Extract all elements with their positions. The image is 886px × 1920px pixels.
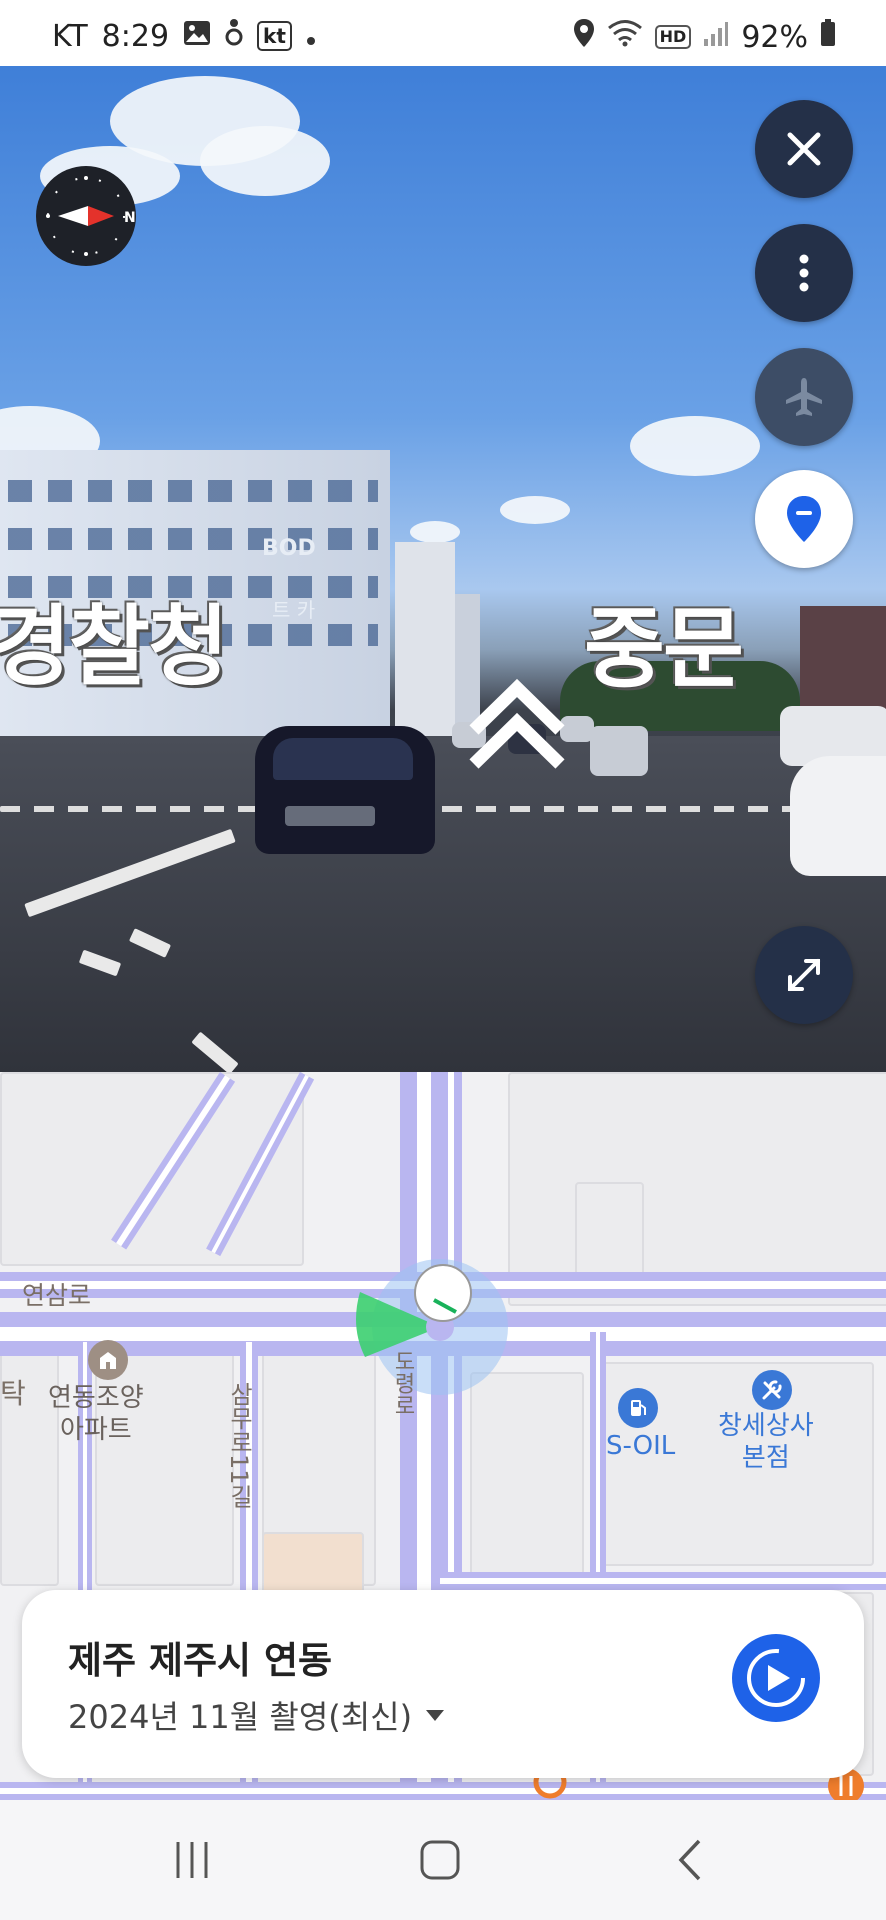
carrier-label: KT (52, 18, 88, 54)
road (0, 736, 886, 1072)
back-button[interactable] (650, 1830, 730, 1890)
cloud (630, 416, 760, 476)
car (790, 756, 886, 876)
svg-text:N: N (124, 210, 136, 226)
aerial-view-button[interactable] (755, 348, 853, 446)
compass-icon[interactable]: N (36, 166, 136, 266)
more-options-button[interactable] (755, 224, 853, 322)
back-icon (678, 1839, 701, 1881)
play-icon (747, 1649, 805, 1707)
location-info-card[interactable]: 제주 제주시 연동 2024년 11월 촬영(최신) (22, 1590, 864, 1778)
status-right: HD 92% (573, 18, 836, 56)
capture-date-label: 2024년 11월 촬영(최신) (68, 1698, 413, 1736)
play-button[interactable] (732, 1634, 820, 1722)
recent-apps-icon (176, 1842, 208, 1878)
clock: 8:29 (101, 18, 170, 54)
building (395, 542, 455, 737)
home-icon (420, 1840, 460, 1880)
map-block (508, 1072, 886, 1306)
battery-icon (820, 19, 836, 55)
notification-dot-icon (306, 19, 316, 54)
location-status-icon (573, 18, 595, 56)
repair-shop-icon (752, 1370, 792, 1410)
road-label: 삼무로11길 (225, 1382, 253, 1509)
car (590, 726, 648, 776)
more-vertical-icon (799, 254, 809, 292)
apartment-icon (88, 1340, 128, 1380)
gas-station-icon (618, 1388, 658, 1428)
edge-label: 탁 (0, 1377, 26, 1410)
battery-percent: 92% (741, 19, 808, 55)
expand-button[interactable] (755, 926, 853, 1024)
cloud (500, 496, 570, 524)
map-road (0, 1782, 886, 1800)
map-block (470, 1372, 584, 1576)
close-icon (787, 132, 821, 166)
location-pin-icon (787, 496, 821, 542)
road-label: 연삼로 (22, 1281, 92, 1310)
wifi-icon (607, 19, 643, 55)
close-button[interactable] (755, 100, 853, 198)
capture-date-selector[interactable]: 2024년 11월 촬영(최신) (68, 1692, 446, 1738)
map-pin-icon (414, 1264, 472, 1322)
caret-down-icon (426, 1710, 445, 1721)
my-location-button[interactable] (755, 470, 853, 568)
move-forward-chevron-icon[interactable] (468, 674, 566, 772)
road-label: 도령로 (390, 1350, 415, 1416)
status-bar: KT 8:29 kt HD 92% (0, 0, 886, 66)
poi-gas-label[interactable]: S-OIL (606, 1430, 675, 1462)
gallery-icon (183, 19, 211, 54)
building-sign: BOD (262, 536, 316, 561)
map-block (575, 1182, 644, 1276)
recent-apps-button[interactable] (152, 1830, 232, 1890)
building-sign: 트 카 (272, 598, 316, 622)
system-nav-bar (0, 1800, 886, 1920)
cloud (410, 521, 460, 543)
hd-badge: HD (654, 25, 692, 49)
poi-shop-label[interactable]: 창세상사 본점 (718, 1410, 814, 1474)
kt-badge: kt (257, 21, 292, 51)
activity-icon (225, 18, 243, 54)
direction-label-left: 경찰청 (0, 595, 229, 698)
poi-apartment-label[interactable]: 연동조양 아파트 (48, 1382, 144, 1446)
signal-icon (703, 20, 729, 55)
expand-icon (788, 959, 820, 991)
cloud (200, 126, 330, 196)
direction-label-right: 중문 (584, 597, 744, 700)
location-title: 제주 제주시 연동 (68, 1639, 333, 1682)
home-button[interactable] (400, 1830, 480, 1890)
airplane-icon (786, 378, 822, 416)
car (255, 726, 435, 854)
street-view-panorama[interactable]: BOD 트 카 경찰청 중문 N (0, 66, 886, 1072)
map-road (440, 1572, 886, 1590)
status-left: KT 8:29 kt (52, 18, 316, 54)
